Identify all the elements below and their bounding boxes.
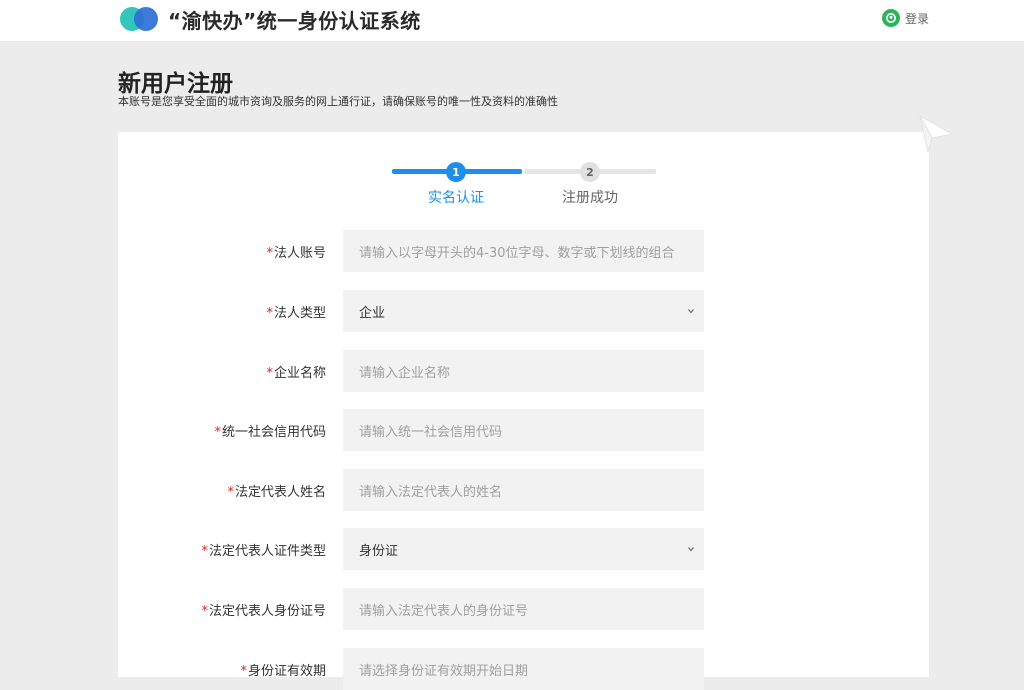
representative-name-input[interactable]: 请输入法定代表人的姓名 <box>343 469 704 511</box>
id-type-value: 身份证 <box>359 543 399 559</box>
id-number-input[interactable]: 请输入法定代表人的身份证号 <box>343 588 704 630</box>
representative-name-label: *法定代表人姓名 <box>227 485 326 500</box>
form-row-id-validity: *身份证有效期 请选择身份证有效期开始日期 <box>118 648 929 690</box>
id-validity-label: *身份证有效期 <box>240 664 326 679</box>
id-type-select[interactable]: 身份证 <box>343 528 704 570</box>
paper-plane-icon <box>918 114 954 153</box>
app-title: “渝快办”统一身份认证系统 <box>168 9 421 33</box>
page-subtitle: 本账号是您享受全面的城市资询及服务的网上通行证，请确保账号的唯一性及资料的准确性 <box>118 95 558 108</box>
step-2-label: 注册成功 <box>562 190 618 206</box>
legal-type-value: 企业 <box>359 305 386 321</box>
chevron-down-icon <box>688 309 694 314</box>
company-name-input[interactable]: 请输入企业名称 <box>343 350 704 392</box>
legal-account-input[interactable]: 请输入以字母开头的4-30位字母、数字或下划线的组合 <box>343 230 704 272</box>
chevron-down-icon <box>688 547 694 552</box>
company-name-label: *企业名称 <box>266 366 326 381</box>
progress-steps: 1 2 实名认证 注册成功 <box>390 160 660 210</box>
step-1-label: 实名认证 <box>428 190 484 206</box>
id-validity-input[interactable]: 请选择身份证有效期开始日期 <box>343 648 704 690</box>
id-number-label: *法定代表人身份证号 <box>201 604 326 619</box>
user-icon <box>882 9 900 27</box>
form-row-legal-account: *法人账号 请输入以字母开头的4-30位字母、数字或下划线的组合 <box>118 230 929 272</box>
login-label: 登录 <box>905 11 930 26</box>
form-row-id-number: *法定代表人身份证号 请输入法定代表人的身份证号 <box>118 588 929 630</box>
form-row-id-type: *法定代表人证件类型 身份证 <box>118 528 929 570</box>
credit-code-label: *统一社会信用代码 <box>214 425 326 440</box>
credit-code-input[interactable]: 请输入统一社会信用代码 <box>343 409 704 451</box>
legal-type-label: *法人类型 <box>266 306 326 321</box>
step-1-number: 1 <box>446 162 466 182</box>
id-type-label: *法定代表人证件类型 <box>201 544 326 559</box>
form-row-legal-type: *法人类型 企业 <box>118 290 929 332</box>
top-bar: “渝快办”统一身份认证系统 登录 <box>0 0 1024 41</box>
login-link[interactable]: 登录 <box>882 9 929 27</box>
legal-account-label: *法人账号 <box>266 246 326 261</box>
logo-icon <box>120 6 162 32</box>
form-row-company-name: *企业名称 请输入企业名称 <box>118 350 929 392</box>
form-row-representative-name: *法定代表人姓名 请输入法定代表人的姓名 <box>118 469 929 511</box>
form-row-credit-code: *统一社会信用代码 请输入统一社会信用代码 <box>118 409 929 451</box>
step-2-number: 2 <box>580 162 600 182</box>
legal-type-select[interactable]: 企业 <box>343 290 704 332</box>
